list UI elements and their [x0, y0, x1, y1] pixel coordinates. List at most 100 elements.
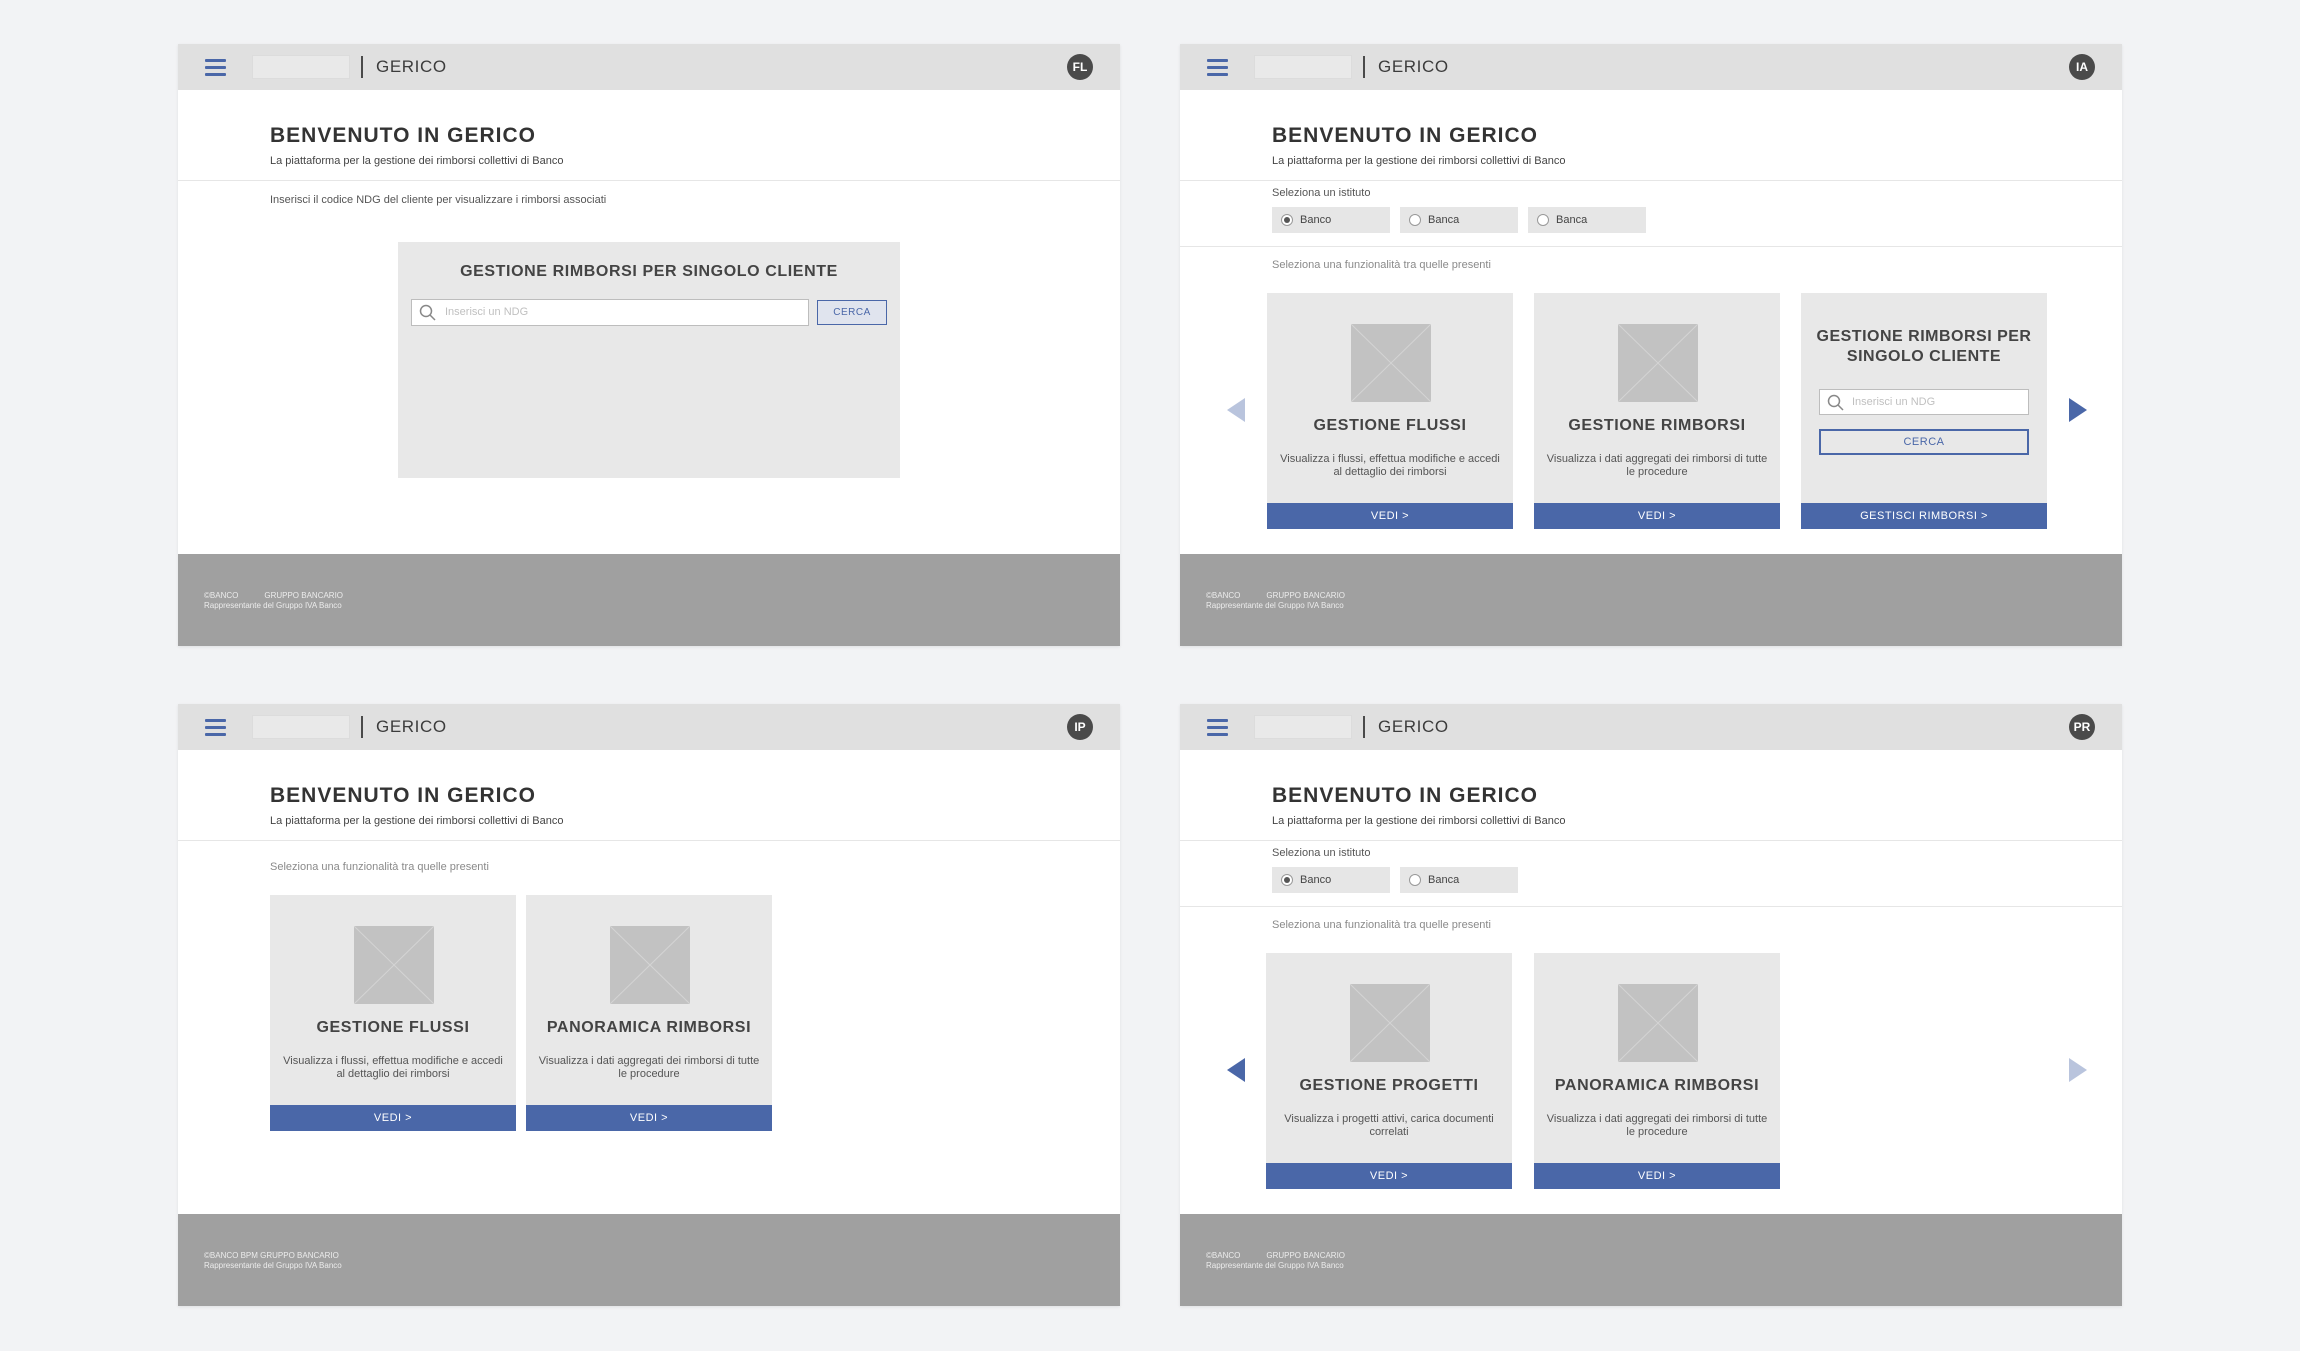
card-view-button[interactable]: VEDI > [526, 1105, 772, 1131]
search-button[interactable]: CERCA [1819, 429, 2029, 455]
image-placeholder-icon [1618, 984, 1698, 1062]
search-icon [419, 304, 436, 321]
card-description: Visualizza i flussi, effettua modifiche … [283, 1055, 503, 1080]
footer: ©BANCO GRUPPO BANCARIO Rappresentante del… [1180, 1214, 2122, 1306]
card-title: PANORAMICA RIMBORSI [1554, 1077, 1760, 1094]
top-bar: GERICO PR [1180, 704, 2122, 750]
card-view-button[interactable]: VEDI > [1534, 1163, 1780, 1189]
page-subtitle: La piattaforma per la gestione dei rimbo… [1272, 815, 1566, 827]
card-description: Visualizza i dati aggregati dei rimborsi… [538, 1055, 760, 1080]
carousel-next-arrow-icon[interactable] [2067, 1056, 2089, 1084]
app-name: GERICO [376, 717, 447, 736]
footer: ©BANCO GRUPPO BANCARIO Rappresentante del… [178, 554, 1120, 646]
manage-refunds-button[interactable]: GESTISCI RIMBORSI > [1801, 503, 2047, 529]
card-description: Visualizza i flussi, effettua modifiche … [1280, 453, 1500, 478]
institute-divider [1180, 246, 2122, 247]
hamburger-menu-icon[interactable] [205, 719, 226, 736]
top-bar: GERICO IP [178, 704, 1120, 750]
logo-separator [361, 716, 363, 738]
user-avatar[interactable]: IP [1067, 714, 1093, 740]
card-view-button[interactable]: VEDI > [270, 1105, 516, 1131]
feature-card-panoramica-rimborsi: PANORAMICA RIMBORSI Visualizza i dati ag… [526, 895, 772, 1131]
function-hint: Seleziona una funzionalità tra quelle pr… [270, 861, 489, 873]
image-placeholder-icon [354, 926, 434, 1004]
footer-group: GRUPPO BANCARIO [264, 591, 344, 600]
card-view-button[interactable]: VEDI > [1266, 1163, 1512, 1189]
image-placeholder-icon [1351, 324, 1431, 402]
footer-group: GRUPPO BANCARIO [1266, 591, 1346, 600]
hamburger-menu-icon[interactable] [205, 59, 226, 76]
user-avatar[interactable]: IA [2069, 54, 2095, 80]
radio-label: Banca [1428, 214, 1460, 226]
institute-divider [1180, 906, 2122, 907]
carousel-next-arrow-icon[interactable] [2067, 396, 2089, 424]
ndg-search-input[interactable]: Inserisci un NDG [411, 299, 809, 326]
search-icon [1827, 394, 1844, 411]
screen-carousel-three-institutes: GERICO IA BENVENUTO IN GERICO La piattaf… [1180, 44, 2122, 646]
card-view-button[interactable]: VEDI > [1267, 503, 1513, 529]
card-description: Visualizza i dati aggregati dei rimborsi… [1546, 1113, 1768, 1138]
footer-text: ©BANCO GRUPPO BANCARIO Rappresentante del… [1206, 591, 1371, 611]
card-view-button[interactable]: VEDI > [1534, 503, 1780, 529]
image-placeholder-icon [1350, 984, 1430, 1062]
page-title: BENVENUTO IN GERICO [1272, 124, 1538, 147]
radio-selected-icon [1281, 214, 1293, 226]
footer-text: ©BANCO GRUPPO BANCARIO Rappresentante del… [204, 591, 369, 611]
carousel-prev-arrow-icon[interactable] [1225, 1056, 1247, 1084]
search-button[interactable]: CERCA [817, 300, 887, 325]
carousel-prev-arrow-icon[interactable] [1225, 396, 1247, 424]
footer-text: ©BANCO BPM GRUPPO BANCARIO Rappresentant… [204, 1251, 342, 1271]
header-divider [178, 840, 1120, 841]
footer-copyright: ©BANCO BPM GRUPPO BANCARIO [204, 1251, 339, 1260]
search-placeholder: Inserisci un NDG [1852, 396, 1936, 408]
page-subtitle: La piattaforma per la gestione dei rimbo… [270, 815, 564, 827]
hamburger-menu-icon[interactable] [1207, 719, 1228, 736]
logo-placeholder [1254, 55, 1352, 79]
institute-radio-banco[interactable]: Banco [1272, 207, 1390, 233]
card-title: GESTIONE FLUSSI [1313, 417, 1467, 434]
institute-radio-banca[interactable]: Banca [1400, 207, 1518, 233]
page-title: BENVENUTO IN GERICO [270, 784, 536, 807]
footer-vat: Rappresentante del Gruppo IVA Banco [204, 1261, 342, 1270]
radio-empty-icon [1409, 214, 1421, 226]
page-subtitle: La piattaforma per la gestione dei rimbo… [270, 155, 564, 167]
user-avatar[interactable]: PR [2069, 714, 2095, 740]
institute-radio-banco[interactable]: Banco [1272, 867, 1390, 893]
hamburger-menu-icon[interactable] [1207, 59, 1228, 76]
card-title: PANORAMICA RIMBORSI [546, 1019, 752, 1036]
footer-vat: Rappresentante del Gruppo IVA Banco [1206, 1261, 1344, 1270]
user-avatar[interactable]: FL [1067, 54, 1093, 80]
institute-label: Seleziona un istituto [1272, 847, 1371, 859]
footer-copyright: ©BANCO [1206, 1251, 1241, 1260]
screen-carousel-two-institutes: GERICO PR BENVENUTO IN GERICO La piattaf… [1180, 704, 2122, 1306]
institute-radio-banca[interactable]: Banca [1400, 867, 1518, 893]
ndg-hint: Inserisci il codice NDG del cliente per … [270, 194, 607, 206]
radio-label: Banca [1428, 874, 1460, 886]
logo-placeholder [252, 55, 350, 79]
institute-radio-banca-2[interactable]: Banca [1528, 207, 1646, 233]
feature-card-gestione-flussi: GESTIONE FLUSSI Visualizza i flussi, eff… [1267, 293, 1513, 529]
footer-vat: Rappresentante del Gruppo IVA Banco [204, 601, 342, 610]
footer-copyright: ©BANCO [204, 591, 239, 600]
card-description: Visualizza i dati aggregati dei rimborsi… [1546, 453, 1768, 478]
search-placeholder: Inserisci un NDG [445, 306, 529, 318]
footer-vat: Rappresentante del Gruppo IVA Banco [1206, 601, 1344, 610]
institute-label: Seleziona un istituto [1272, 187, 1371, 199]
image-placeholder-icon [610, 926, 690, 1004]
header-divider [178, 180, 1120, 181]
logo-separator [1363, 56, 1365, 78]
ndg-search-input[interactable]: Inserisci un NDG [1819, 389, 2029, 415]
page-subtitle: La piattaforma per la gestione dei rimbo… [1272, 155, 1566, 167]
card-description: Visualizza i progetti attivi, carica doc… [1284, 1113, 1494, 1138]
function-hint: Seleziona una funzionalità tra quelle pr… [1272, 919, 1491, 931]
page-title: BENVENUTO IN GERICO [1272, 784, 1538, 807]
feature-card-single-client: GESTIONE RIMBORSI PER SINGOLO CLIENTE In… [1801, 293, 2047, 529]
logo-placeholder [1254, 715, 1352, 739]
feature-card-gestione-flussi: GESTIONE FLUSSI Visualizza i flussi, eff… [270, 895, 516, 1131]
top-bar: GERICO IA [1180, 44, 2122, 90]
footer-copyright: ©BANCO [1206, 591, 1241, 600]
function-hint: Seleziona una funzionalità tra quelle pr… [1272, 259, 1491, 271]
screen-ndg-search: GERICO FL BENVENUTO IN GERICO La piattaf… [178, 44, 1120, 646]
feature-card-panoramica-rimborsi: PANORAMICA RIMBORSI Visualizza i dati ag… [1534, 953, 1780, 1189]
image-placeholder-icon [1618, 324, 1698, 402]
